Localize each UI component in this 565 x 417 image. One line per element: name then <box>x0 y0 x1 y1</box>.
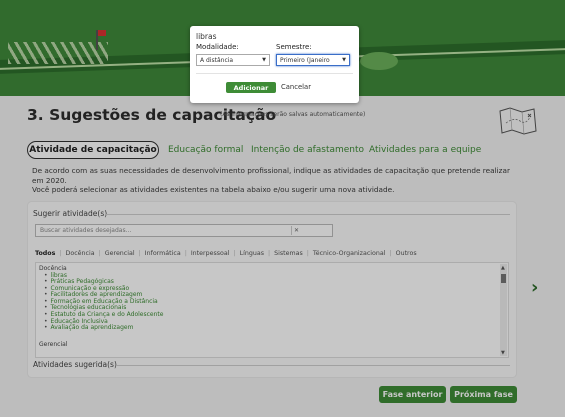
add-activity-dialog: libras Modalidade: Semestre: A distância… <box>190 26 359 103</box>
dialog-activity-name: libras <box>196 32 217 41</box>
modalidade-label: Modalidade: <box>196 43 239 51</box>
modalidade-select[interactable]: A distância ▼ <box>196 54 270 66</box>
chevron-down-icon: ▼ <box>262 57 266 63</box>
cancel-button[interactable]: Cancelar <box>281 83 311 91</box>
add-button[interactable]: Adicionar <box>226 82 276 93</box>
semestre-value: Primeiro (Janeiro <box>280 57 330 64</box>
divider <box>196 73 353 74</box>
semestre-select[interactable]: Primeiro (Janeiro ▼ <box>276 54 350 66</box>
modalidade-value: A distância <box>200 57 234 64</box>
semestre-label: Semestre: <box>276 43 312 51</box>
chevron-down-icon: ▼ <box>342 57 346 63</box>
